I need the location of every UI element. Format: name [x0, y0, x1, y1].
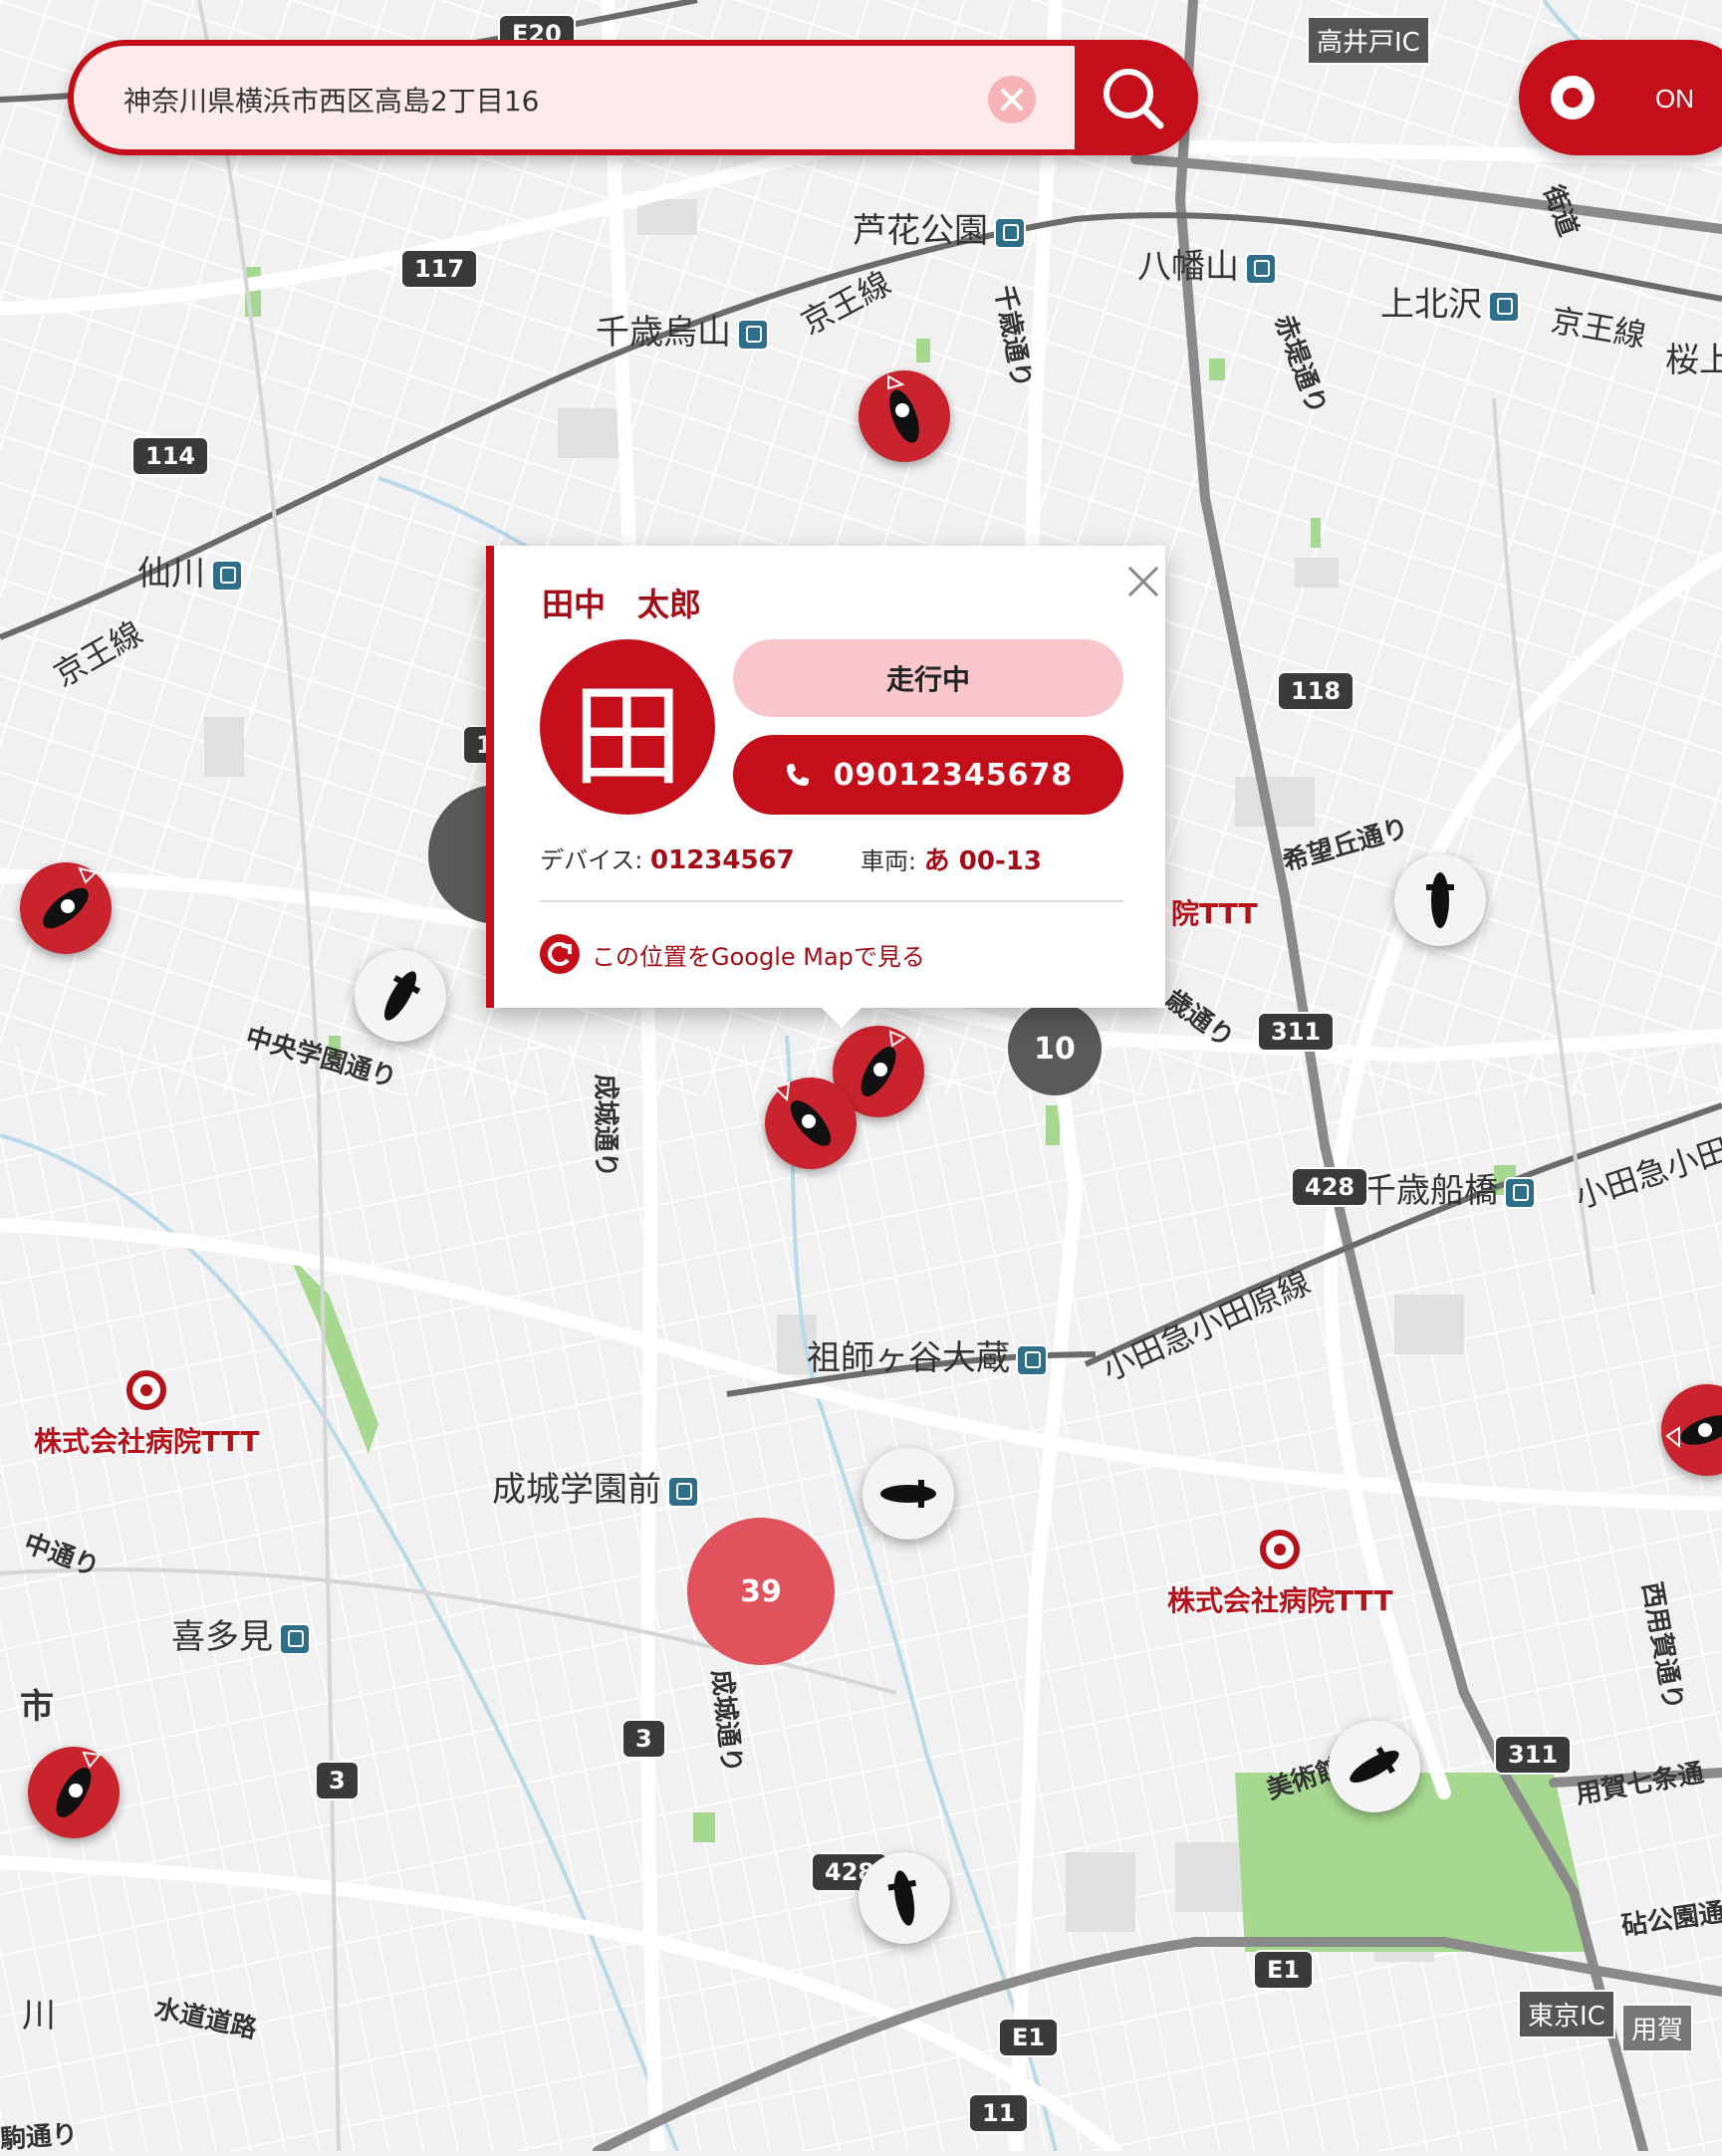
vehicle-marker-idle[interactable]: [1394, 854, 1486, 946]
station-label-seijogakuen-mae: 成城学園前: [492, 1462, 699, 1511]
vehicle-marker-active[interactable]: [20, 862, 112, 954]
cluster-count: 39: [740, 1573, 782, 1609]
motorcycle-icon: [43, 866, 98, 929]
route-shield-3: 3: [315, 1761, 360, 1800]
motorcycle-icon: [880, 1480, 936, 1508]
station-icon: [1016, 1343, 1048, 1376]
google-map-link-text: この位置をGoogle Mapで見る: [592, 942, 925, 971]
device-info: デバイス: 01234567: [540, 840, 795, 875]
close-button[interactable]: [1123, 562, 1163, 601]
popup-pointer: [820, 1006, 863, 1028]
road-label-seijo-dori: 成城通り: [590, 1074, 620, 1178]
motorcycle-icon: [1350, 1746, 1399, 1784]
status-badge: 走行中: [733, 639, 1123, 717]
vehicle-marker-idle[interactable]: [862, 1448, 954, 1540]
vehicle-marker-idle[interactable]: [355, 950, 446, 1042]
area-label-sakurajosui: 桜上: [1665, 341, 1722, 380]
vehicle-marker-active[interactable]: [28, 1747, 120, 1838]
toggle-label: ON: [1655, 84, 1694, 114]
station-icon: [1245, 252, 1277, 285]
search-input-value: 神奈川県横浜市西区高島2丁目16: [123, 85, 540, 118]
hospital-name-partial: 院TTT: [1171, 897, 1258, 930]
route-shield-e1: E1: [998, 2018, 1060, 2057]
route-shield-117: 117: [400, 249, 479, 289]
close-icon[interactable]: [988, 76, 1036, 123]
vehicle-marker-idle[interactable]: [1329, 1721, 1420, 1812]
station-label-chitose-karasuyama: 千歳烏山: [596, 305, 769, 354]
motorcycle-icon: [773, 1081, 832, 1146]
station-label-hachimanyama: 八幡山: [1137, 239, 1277, 288]
call-button[interactable]: 09012345678: [733, 735, 1123, 815]
driver-name: 田中 太郎: [542, 586, 702, 623]
vehicle-marker-active[interactable]: [859, 370, 950, 462]
ic-label-yoga: 用賀: [1621, 2004, 1694, 2052]
external-link-icon: [540, 934, 580, 974]
divider: [540, 900, 1123, 902]
driver-info-popup: 田中 太郎 田 走行中 09012345678 デバイス: 01234567 車…: [486, 546, 1165, 1028]
road-label-komadori: 駒通り: [0, 2119, 80, 2155]
area-label-kawa: 川: [22, 1996, 56, 2036]
motorcycle-icon: [1665, 1415, 1722, 1449]
device-label: デバイス:: [540, 846, 643, 874]
route-shield-e1: E1: [1253, 1950, 1315, 1990]
station-icon: [994, 216, 1026, 249]
phone-number: 09012345678: [833, 757, 1074, 793]
ic-label-takaido: 高井戸IC: [1307, 16, 1430, 65]
station-icon: [211, 559, 243, 592]
station-label-soshigaya-okura: 祖師ヶ谷大蔵: [807, 1330, 1048, 1379]
google-map-link[interactable]: この位置をGoogle Mapで見る: [540, 934, 925, 974]
tracking-toggle[interactable]: ON: [1519, 40, 1722, 155]
route-shield-428: 428: [1291, 1167, 1369, 1207]
motorcycle-icon: [1426, 872, 1454, 928]
avatar: 田: [540, 639, 715, 815]
station-label-sengawa: 仙川: [137, 546, 243, 595]
motorcycle-icon: [887, 374, 919, 443]
route-shield-3: 3: [621, 1719, 666, 1759]
phone-icon: [786, 764, 809, 786]
route-shield-11: 11: [968, 2093, 1030, 2133]
vehicle-marker-idle[interactable]: [859, 1852, 950, 1944]
area-label-shi: 市: [20, 1687, 54, 1727]
vehicle-label: 車両:: [861, 847, 917, 875]
search-icon: [1104, 69, 1164, 129]
station-icon: [667, 1475, 699, 1508]
avatar-initial: 田: [572, 672, 683, 802]
search-button[interactable]: [1069, 40, 1198, 155]
route-shield-114: 114: [131, 436, 210, 476]
cluster-marker[interactable]: 39: [687, 1518, 835, 1665]
hospital-name: 株式会社病院TTT: [1167, 1584, 1393, 1617]
vehicle-marker-active[interactable]: [765, 1078, 857, 1169]
cluster-marker[interactable]: 10: [1008, 1002, 1102, 1095]
station-label-chitose-funabashi: 千歳船橋: [1362, 1163, 1536, 1212]
target-icon: [1260, 1530, 1301, 1569]
device-value: 01234567: [650, 845, 795, 875]
station-icon: [737, 318, 769, 351]
target-icon: [1551, 76, 1595, 120]
station-label-roka-koen: 芦花公園: [853, 203, 1026, 252]
hospital-name: 株式会社病院TTT: [34, 1425, 260, 1458]
station-label-kamikitazawa: 上北沢: [1380, 277, 1520, 326]
motorcycle-icon: [383, 971, 421, 1021]
ic-label-tokyo: 東京IC: [1518, 1990, 1615, 2038]
target-icon: [126, 1370, 167, 1410]
vehicle-info: 車両: あ 00-13: [861, 840, 1042, 877]
hospital-marker[interactable]: 株式会社病院TTT: [34, 1370, 260, 1460]
cluster-count: 10: [1034, 1031, 1076, 1067]
route-shield-311: 311: [1257, 1012, 1336, 1052]
station-label-kitami: 喜多見: [171, 1609, 311, 1658]
station-icon: [1504, 1176, 1536, 1209]
station-icon: [279, 1622, 311, 1655]
status-text: 走行中: [885, 663, 970, 696]
route-shield-311: 311: [1494, 1735, 1573, 1775]
station-icon: [1488, 290, 1520, 323]
motorcycle-icon: [56, 1751, 102, 1817]
search-input[interactable]: 神奈川県横浜市西区高島2丁目16: [74, 46, 1075, 149]
vehicle-marker-active[interactable]: [1661, 1384, 1722, 1476]
vehicle-value: あ 00-13: [923, 846, 1042, 876]
close-icon: [1127, 566, 1159, 598]
search-bar: 神奈川県横浜市西区高島2丁目16: [68, 40, 1198, 155]
hospital-marker[interactable]: 株式会社病院TTT: [1167, 1530, 1393, 1619]
motorcycle-icon: [887, 1870, 917, 1926]
route-shield-118: 118: [1277, 671, 1355, 711]
